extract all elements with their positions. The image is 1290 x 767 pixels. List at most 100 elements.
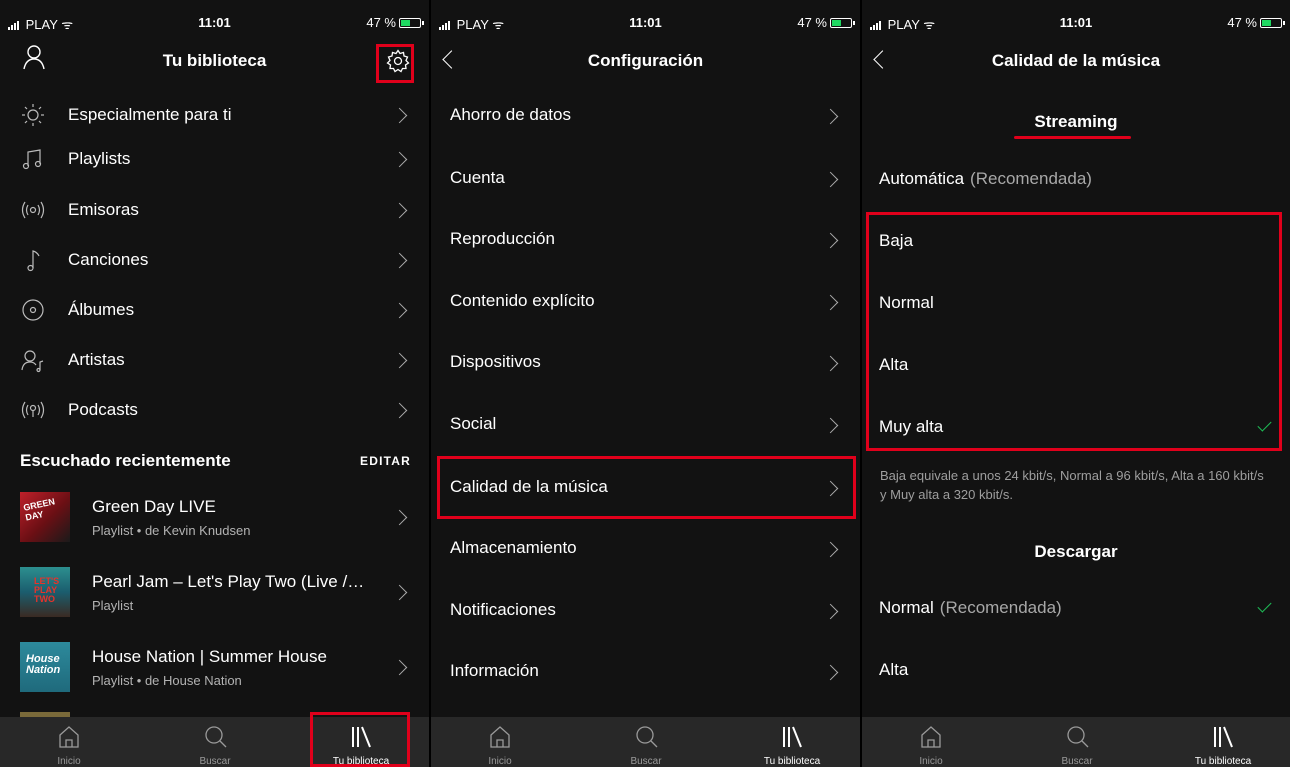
sun-icon: [22, 104, 44, 126]
chevron-right-icon: [391, 352, 408, 369]
chevron-right-icon: [391, 584, 408, 601]
quality-option-label: Normal: [879, 293, 934, 312]
library-item-label: Álbumes: [68, 300, 135, 319]
streaming-section-title: Streaming: [1034, 112, 1118, 131]
chevron-right-icon: [391, 509, 408, 526]
playlist-cover: GREEN DAY: [20, 492, 70, 542]
music-quality-header: Calidad de la música: [862, 40, 1290, 82]
music-quality-screen: PLAY ᯤ 11:01 47 % Calidad de la música S…: [862, 0, 1290, 767]
tab-inicio[interactable]: Inicio: [871, 717, 991, 767]
settings-screen: PLAY ᯤ 11:01 47 % Configuración Ahorro d…: [431, 0, 860, 767]
quality-option-muy-alta[interactable]: Muy alta: [862, 397, 1290, 459]
settings-item-informacion[interactable]: Información: [431, 646, 860, 696]
quality-option-automatica[interactable]: Automática (Recomendada): [862, 149, 1290, 211]
checkmark-icon: [1257, 417, 1272, 432]
download-option-alta[interactable]: Alta: [862, 640, 1290, 702]
settings-item-calidad-musica[interactable]: Calidad de la música: [431, 462, 860, 512]
recently-played-title: Escuchado recientemente: [20, 451, 231, 470]
tab-buscar[interactable]: Buscar: [1017, 717, 1137, 767]
settings-item-dispositivos[interactable]: Dispositivos: [431, 337, 860, 387]
page-title: Calidad de la música: [991, 51, 1161, 70]
settings-item-label: Cuenta: [450, 168, 505, 187]
settings-item-label: Dispositivos: [450, 352, 541, 371]
tab-bar: Inicio Buscar Tu biblioteca: [431, 717, 860, 767]
download-option-normal[interactable]: Normal (Recomendada): [862, 578, 1290, 640]
library-item-canciones[interactable]: Canciones: [0, 235, 429, 285]
chevron-right-icon: [822, 294, 839, 311]
quality-note: Baja equivale a unos 24 kbit/s, Normal a…: [880, 468, 1264, 502]
edit-button[interactable]: EDITAR: [360, 454, 411, 468]
artist-icon: [21, 350, 44, 373]
chevron-right-icon: [822, 480, 839, 497]
library-header: Tu biblioteca: [0, 40, 429, 82]
settings-item-label: Notificaciones: [450, 600, 556, 619]
tab-label: Inicio: [57, 756, 81, 767]
settings-item-social[interactable]: Social: [431, 399, 860, 449]
battery-icon: [399, 18, 424, 28]
quality-option-normal[interactable]: Normal: [862, 273, 1290, 335]
library-item-artistas[interactable]: Artistas: [0, 335, 429, 385]
library-icon: [1214, 726, 1233, 748]
settings-item-notificaciones[interactable]: Notificaciones: [431, 585, 860, 635]
download-section-title: Descargar: [1034, 542, 1118, 561]
library-item-podcasts[interactable]: Podcasts: [0, 385, 429, 435]
chevron-right-icon: [822, 108, 839, 125]
settings-item-cuenta[interactable]: Cuenta: [431, 153, 860, 203]
tab-inicio[interactable]: Inicio: [9, 717, 129, 767]
library-item-playlists[interactable]: Playlists: [0, 134, 429, 184]
tab-label: Tu biblioteca: [332, 756, 390, 767]
settings-item-ahorro-datos[interactable]: Ahorro de datos: [431, 90, 860, 140]
quality-option-label: Muy alta: [879, 417, 944, 436]
status-time: 11:01: [198, 15, 231, 30]
home-icon: [59, 726, 79, 748]
status-time: 11:01: [629, 15, 662, 30]
radio-icon: [21, 201, 45, 219]
tab-tu-biblioteca[interactable]: Tu biblioteca: [1163, 717, 1283, 767]
recent-item[interactable]: LET'S PLAY TWO Pearl Jam – Let's Play Two …: [0, 560, 429, 624]
page-title: Tu biblioteca: [162, 51, 267, 70]
note-icon: [27, 250, 40, 272]
status-bar: PLAY ᯤ 11:01 47 %: [431, 0, 860, 40]
settings-item-contenido-explicito[interactable]: Contenido explícito: [431, 276, 860, 326]
status-bar: PLAY ᯤ 11:01 47 %: [862, 0, 1290, 40]
tab-tu-biblioteca[interactable]: Tu biblioteca: [732, 717, 852, 767]
tab-label: Buscar: [1061, 756, 1093, 767]
battery: 47 %: [366, 15, 424, 30]
home-icon: [921, 726, 941, 748]
chevron-right-icon: [391, 659, 408, 676]
settings-item-reproduccion[interactable]: Reproducción: [431, 214, 860, 264]
chevron-right-icon: [391, 252, 408, 269]
library-screen: PLAY ᯤ 11:01 47 % Tu biblioteca Especial…: [0, 0, 429, 767]
tab-inicio[interactable]: Inicio: [440, 717, 560, 767]
chevron-right-icon: [822, 232, 839, 249]
search-icon: [1067, 726, 1089, 748]
search-icon: [205, 726, 227, 748]
tab-bar: Inicio Buscar Tu biblioteca: [0, 717, 429, 767]
tab-buscar[interactable]: Buscar: [586, 717, 706, 767]
quality-option-baja[interactable]: Baja: [862, 211, 1290, 273]
tab-tu-biblioteca[interactable]: Tu biblioteca: [301, 717, 421, 767]
library-item-emisoras[interactable]: Emisoras: [0, 185, 429, 235]
library-item-especialmente[interactable]: Especialmente para ti: [0, 90, 429, 140]
quality-option-label: Baja: [879, 231, 914, 250]
status-bar: PLAY ᯤ 11:01 47 %: [0, 0, 429, 40]
battery: 47 %: [797, 15, 855, 30]
chevron-right-icon: [822, 664, 839, 681]
library-item-albumes[interactable]: Álbumes: [0, 285, 429, 335]
settings-item-label: Calidad de la música: [450, 477, 608, 496]
recent-item-subtitle: Playlist: [92, 598, 134, 613]
chevron-right-icon: [391, 202, 408, 219]
quality-option-alta[interactable]: Alta: [862, 335, 1290, 397]
gear-icon[interactable]: [386, 49, 410, 73]
recent-item[interactable]: House Nation House Nation | Summer House …: [0, 635, 429, 699]
library-item-label: Podcasts: [68, 400, 138, 419]
recent-item[interactable]: GREEN DAY Green Day LIVE Playlist • de K…: [0, 485, 429, 549]
settings-item-almacenamiento[interactable]: Almacenamiento: [431, 523, 860, 573]
tab-buscar[interactable]: Buscar: [155, 717, 275, 767]
tab-label: Inicio: [919, 756, 943, 767]
page-title: Configuración: [587, 51, 704, 70]
chevron-right-icon: [391, 107, 408, 124]
recent-item-subtitle: Playlist • de House Nation: [92, 673, 242, 688]
library-item-label: Playlists: [68, 149, 131, 168]
tab-label: Tu biblioteca: [1194, 756, 1252, 767]
